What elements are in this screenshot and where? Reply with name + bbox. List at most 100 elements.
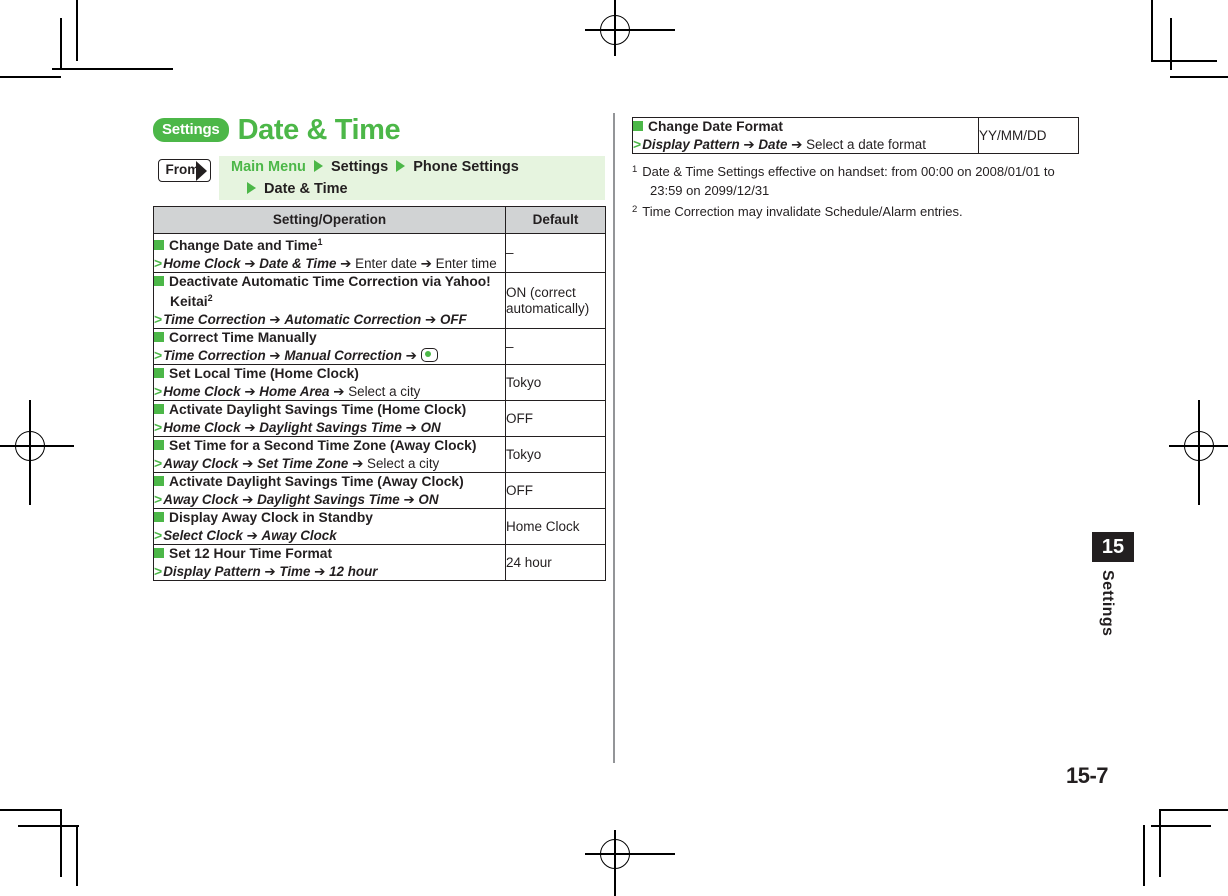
arrow-right-icon: ➔ [352,456,364,471]
table-row: Set 12 Hour Time Format >Display Pattern … [153,544,606,581]
crop-mark-bl-h1 [0,809,61,811]
cell-default-value: – [505,328,606,365]
path-step-plain: Select a date format [806,137,926,152]
crop-mark-br-h1 [1160,809,1228,811]
setting-operation-path: >Time Correction ➔ Automatic Correction … [154,311,505,328]
crop-mark-tl-v1 [60,18,62,70]
arrow-right-icon: ➔ [405,420,417,435]
path-step-emphasis: ON [420,420,441,435]
path-step-emphasis: Daylight Savings Time [259,420,402,435]
path-marker-icon: > [633,136,642,152]
table-body: Change Date Format >Display Pattern ➔ Dat… [632,117,1079,154]
setting-operation-path: >Time Correction ➔ Manual Correction ➔ [154,347,505,364]
table-row: Deactivate Automatic Time Correction via… [153,272,606,329]
bullet-square-icon [154,240,164,250]
arrow-right-icon: ➔ [405,348,417,363]
path-step-plain: Enter time [435,256,497,271]
crop-mark-bl-v2 [76,825,78,886]
path-step-emphasis: Automatic Correction [284,312,422,327]
table-row: Correct Time Manually >Time Correction ➔ … [153,328,606,365]
cell-setting-operation: Deactivate Automatic Time Correction via… [153,272,506,329]
footnote-number: 1 [632,164,638,175]
cell-default-value: OFF [505,472,606,509]
setting-title: Set Local Time (Home Clock) [154,365,505,382]
cell-default-value: – [505,233,606,273]
chevron-right-icon [396,160,406,172]
bullet-square-icon [154,548,164,558]
footnote-reference: 2 [207,293,213,303]
table-body: Change Date and Time1 >Home Clock ➔ Date … [153,233,606,581]
arrow-right-icon: ➔ [743,137,755,152]
registration-mark-left [0,400,74,505]
crop-mark-tr-v2 [1151,0,1153,61]
breadcrumb: From Main Menu Settings Phone Settings D… [153,156,605,200]
cell-setting-operation: Set 12 Hour Time Format >Display Pattern … [153,544,506,581]
path-marker-icon: > [154,255,163,271]
cell-setting-operation: Change Date Format >Display Pattern ➔ Dat… [632,117,979,154]
cell-setting-operation: Activate Daylight Savings Time (Home Clo… [153,400,506,437]
setting-title: Change Date and Time1 [154,234,505,254]
path-step-emphasis: Away Clock [163,492,239,507]
cell-default-value: Home Clock [505,508,606,545]
cell-setting-operation: Activate Daylight Savings Time (Away Clo… [153,472,506,509]
breadcrumb-item-main-menu: Main Menu [231,159,306,175]
bullet-square-icon [154,440,164,450]
crop-mark-bl-v1 [60,809,62,877]
crop-mark-tr-h1 [1151,60,1217,62]
side-tab-number: 15 [1092,532,1134,562]
path-step-plain: Select a city [348,384,421,399]
cell-setting-operation: Correct Time Manually >Time Correction ➔ … [153,328,506,365]
cell-default-value: Tokyo [505,436,606,473]
bullet-square-icon [154,368,164,378]
path-step-emphasis: Set Time Zone [257,456,349,471]
setting-operation-path: >Away Clock ➔ Set Time Zone ➔ Select a c… [154,455,505,472]
path-step-emphasis: Home Clock [163,420,241,435]
bullet-square-icon [154,404,164,414]
table-row: Activate Daylight Savings Time (Away Clo… [153,472,606,509]
path-step-emphasis: Daylight Savings Time [257,492,400,507]
path-step-emphasis: Date [758,137,788,152]
bullet-square-icon [154,512,164,522]
arrow-right-icon: ➔ [269,312,281,327]
arrow-right-icon: ➔ [340,256,352,271]
setting-title: Set Time for a Second Time Zone (Away Cl… [154,437,505,454]
path-step-emphasis: Date & Time [259,256,337,271]
path-step-emphasis: Time [279,564,311,579]
cell-default-value: OFF [505,400,606,437]
path-marker-icon: > [154,563,163,579]
arrow-right-icon: ➔ [420,256,432,271]
page-header: Settings Date & Time [153,112,605,148]
path-step-emphasis: Away Clock [261,528,337,543]
chevron-right-icon [247,182,256,194]
crop-mark-bl-h2 [18,825,79,827]
path-step-emphasis: Home Clock [163,256,241,271]
arrow-right-icon: ➔ [333,384,345,399]
table-row: Set Local Time (Home Clock) >Home Clock ➔… [153,364,606,401]
arrow-right-icon: ➔ [424,312,437,327]
setting-title: Set 12 Hour Time Format [154,545,505,562]
setting-operation-path: >Display Pattern ➔ Time ➔ 12 hour [154,563,505,580]
setting-operation-path: >Home Clock ➔ Home Area ➔ Select a city [154,383,505,400]
cell-setting-operation: Set Local Time (Home Clock) >Home Clock ➔… [153,364,506,401]
path-step-emphasis: Home Area [259,384,330,399]
right-column: Change Date Format >Display Pattern ➔ Dat… [632,117,1079,223]
arrow-right-icon: ➔ [244,256,256,271]
footnote-reference: 1 [317,237,323,247]
crop-mark-tr-v1 [1170,18,1172,70]
path-step-emphasis: Display Pattern [642,137,740,152]
path-marker-icon: > [154,347,163,363]
bullet-square-icon [154,332,164,342]
center-key-icon [420,348,438,362]
setting-title: Activate Daylight Savings Time (Home Clo… [154,401,505,418]
crop-mark-tl-h1 [52,68,173,70]
setting-title: Deactivate Automatic Time Correction via… [154,273,505,310]
path-step-emphasis: Away Clock [163,456,239,471]
cell-setting-operation: Set Time for a Second Time Zone (Away Cl… [153,436,506,473]
footnote-number: 2 [632,204,638,215]
page-number: 15-7 [1066,763,1109,788]
from-arrow-icon [196,161,207,181]
crop-mark-tl-v2 [76,0,78,61]
arrow-right-icon: ➔ [246,528,258,543]
column-header-setting-operation: Setting/Operation [153,206,506,234]
table-row: Activate Daylight Savings Time (Home Clo… [153,400,606,437]
